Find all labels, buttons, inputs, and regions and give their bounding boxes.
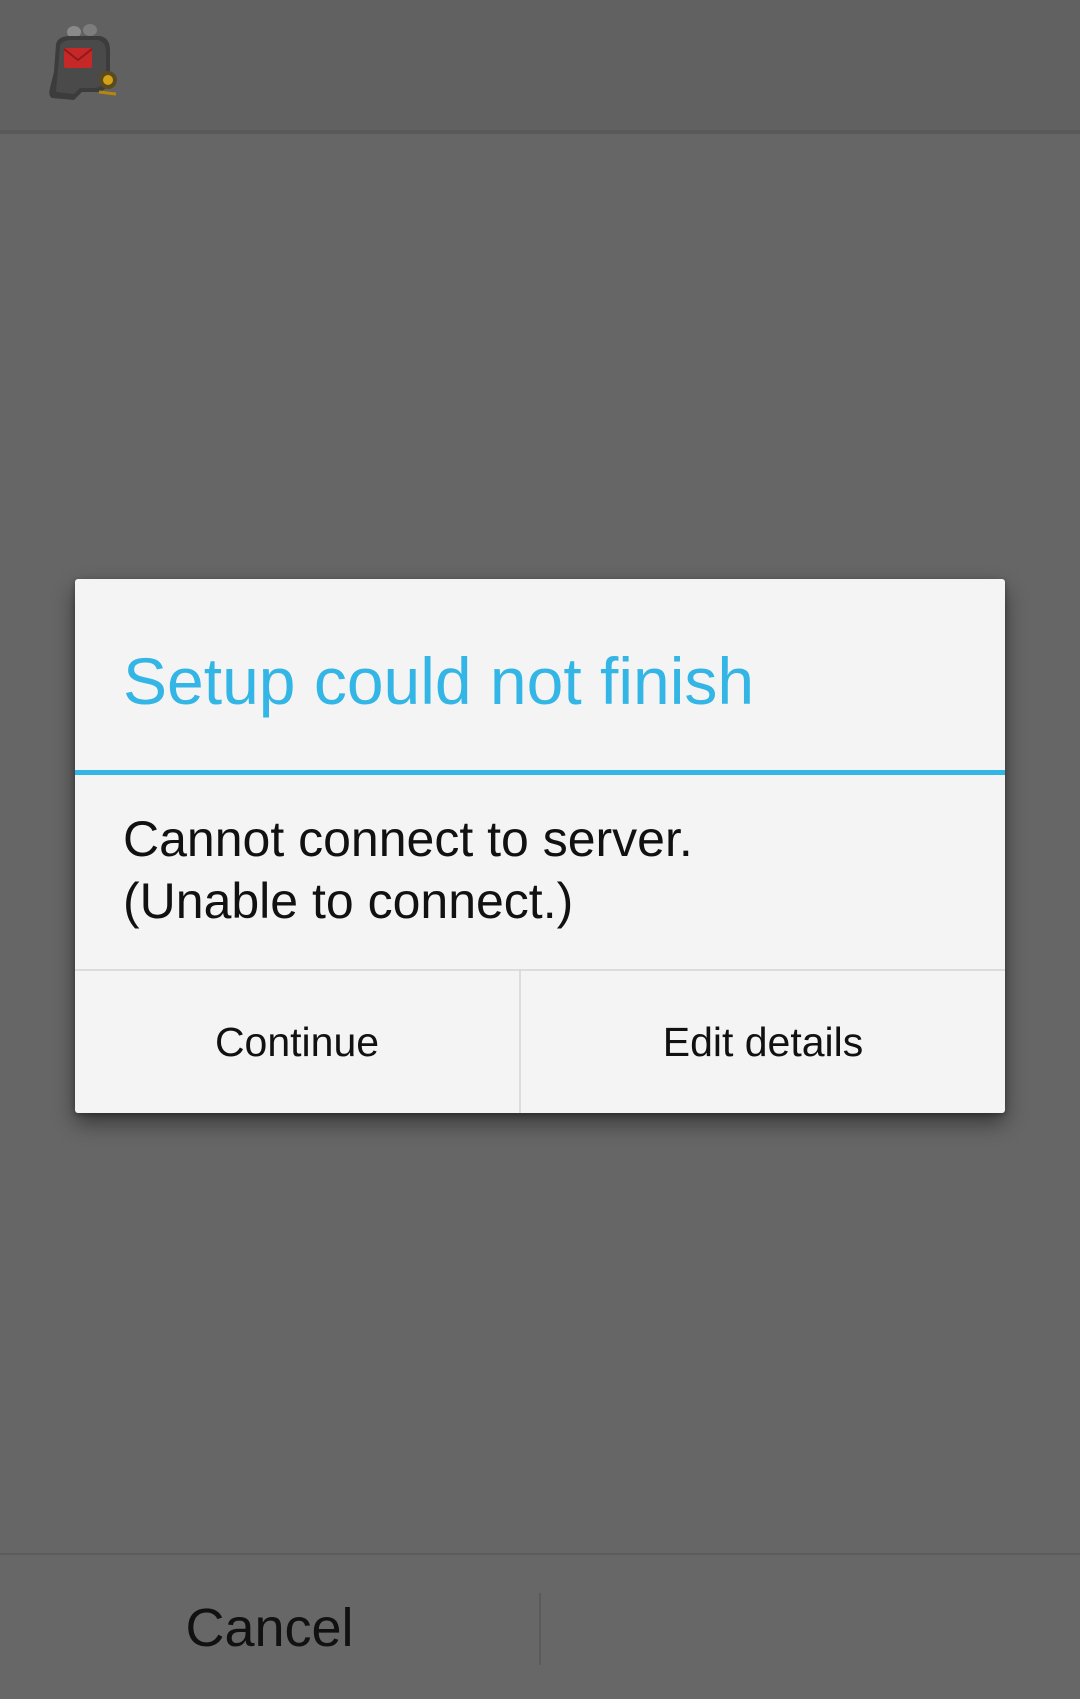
next-button-area	[541, 1555, 1080, 1699]
action-bar	[0, 0, 1080, 134]
title-divider	[75, 770, 1005, 775]
cancel-button[interactable]: Cancel	[0, 1555, 539, 1699]
edit-details-button[interactable]: Edit details	[521, 971, 1005, 1113]
dialog-title: Setup could not finish	[123, 644, 755, 718]
mail-robot-logo-icon	[49, 24, 117, 100]
error-dialog: Setup could not finish Cannot connect to…	[75, 579, 1005, 1113]
dialog-message-line-2: (Unable to connect.)	[123, 873, 574, 929]
bottom-bar: Cancel	[0, 1553, 1080, 1699]
dialog-message: Cannot connect to server. (Unable to con…	[123, 808, 963, 932]
dialog-message-line-1: Cannot connect to server.	[123, 811, 693, 867]
screen: Setup could not finish Cannot connect to…	[0, 0, 1080, 1699]
continue-button[interactable]: Continue	[75, 971, 519, 1113]
